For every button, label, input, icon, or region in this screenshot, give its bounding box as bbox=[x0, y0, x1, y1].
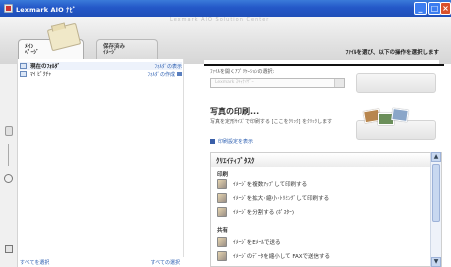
minimize-button[interactable]: _ bbox=[414, 2, 427, 15]
brand-watermark: Lexmark AIO Solution Center bbox=[170, 17, 270, 23]
title-bar: Lexmark AIO ﾅﾋﾞ _ □ × bbox=[0, 0, 451, 17]
folder-icon bbox=[20, 63, 27, 69]
task-label: ｲﾒｰｼﾞのﾃﾞｰﾀを縮小して FAXで送信する bbox=[233, 254, 331, 260]
group-print-label: 印刷 bbox=[217, 172, 229, 178]
folder-label: ﾏｲ ﾋﾟｸﾁｬ bbox=[30, 72, 51, 78]
show-folder-link[interactable]: ﾌｫﾙﾀﾞの表示 bbox=[154, 63, 182, 70]
zoom-track[interactable] bbox=[8, 144, 9, 166]
print-settings-link[interactable]: 印刷設定を表示 bbox=[210, 138, 253, 145]
poster-icon bbox=[217, 207, 227, 217]
task-fax[interactable]: ｲﾒｰｼﾞのﾃﾞｰﾀを縮小して FAXで送信する bbox=[217, 250, 427, 262]
creative-title: ｸﾘｴｲﾃｨﾌﾞﾀｽｸ bbox=[211, 153, 441, 167]
header-banner: Lexmark AIO Solution Center ﾒｲﾝ ﾍﾟｰｼﾞ 保存… bbox=[0, 17, 451, 64]
new-folder-icon bbox=[177, 72, 182, 76]
task-poster[interactable]: ｲﾒｰｼﾞを分割する (ﾎﾟｽﾀｰ) bbox=[217, 206, 427, 218]
scroll-down-icon[interactable]: ▼ bbox=[431, 257, 441, 267]
view-toggle-icon[interactable] bbox=[5, 245, 13, 253]
open-button[interactable] bbox=[356, 73, 436, 93]
photo-thumb bbox=[391, 107, 409, 123]
scroll-up-icon[interactable]: ▲ bbox=[431, 152, 441, 162]
window-title: Lexmark AIO ﾅﾋﾞ bbox=[16, 5, 77, 14]
task-label: ｲﾒｰｼﾞをEﾒｰﾙで送る bbox=[233, 240, 281, 246]
creative-tasks-panel: ｸﾘｴｲﾃｨﾌﾞﾀｽｸ 印刷 ｲﾒｰｼﾞを複数ｱｯﾌﾟして印刷する ｲﾒｰｼﾞを… bbox=[210, 152, 442, 267]
close-button[interactable]: × bbox=[440, 2, 451, 15]
app-icon bbox=[4, 4, 13, 13]
tab-label-line2: ｲﾒｰｼﾞ bbox=[103, 50, 117, 56]
photos-icon bbox=[360, 107, 438, 130]
deselect-all-link[interactable]: すべての選択 bbox=[151, 259, 180, 266]
scroll-thumb[interactable] bbox=[432, 164, 440, 222]
photo-print-section: 写真の印刷... 写真を定形ｻｲｽﾞで印刷する [ここをｸﾘｯｸ] をｸﾘｯｸし… bbox=[210, 106, 436, 146]
resize-icon bbox=[217, 193, 227, 203]
link-bullet-icon bbox=[210, 139, 215, 144]
folder-row-current[interactable]: 現在のﾌｫﾙﾀﾞ ﾌｫﾙﾀﾞの表示 bbox=[20, 62, 182, 70]
tab-label-line2: ﾍﾟｰｼﾞ bbox=[25, 50, 39, 56]
program-select[interactable]: Lexmark ｽｷｬﾅｲｻﾞｰ bbox=[210, 78, 345, 88]
folder-row-my-pictures[interactable]: ﾏｲ ﾋﾟｸﾁｬ ﾌｫﾙﾀﾞの作成 bbox=[20, 70, 182, 78]
task-resize-print[interactable]: ｲﾒｰｼﾞを拡大･縮小･ﾄﾘﾐﾝｸﾞして印刷する bbox=[217, 192, 427, 204]
divider bbox=[204, 64, 444, 66]
email-icon bbox=[217, 237, 227, 247]
instruction-text: ﾌｧｲﾙを選び、以下の操作を選択します bbox=[345, 50, 439, 56]
zoom-handle[interactable] bbox=[5, 126, 13, 136]
multi-up-icon bbox=[217, 179, 227, 189]
create-folder-link[interactable]: ﾌｫﾙﾀﾞの作成 bbox=[147, 71, 175, 78]
task-label: ｲﾒｰｼﾞを複数ｱｯﾌﾟして印刷する bbox=[233, 182, 308, 188]
task-label: ｲﾒｰｼﾞを分割する (ﾎﾟｽﾀｰ) bbox=[233, 210, 295, 216]
zoom-sidebar bbox=[0, 64, 18, 267]
folder-icon bbox=[20, 71, 27, 77]
task-scrollbar[interactable]: ▲ ▼ bbox=[430, 152, 441, 267]
group-share-label: 共有 bbox=[217, 228, 229, 234]
open-with-section: ﾌｧｲﾙを開くｱﾌﾟﾘｹｰｼｮﾝの選択: Lexmark ｽｷｬﾅｲｻﾞｰ bbox=[210, 68, 436, 96]
select-all-link[interactable]: すべてを選択 bbox=[20, 259, 49, 266]
program-value: Lexmark ｽｷｬﾅｲｻﾞｰ bbox=[215, 80, 254, 85]
folder-panel: 現在のﾌｫﾙﾀﾞ ﾌｫﾙﾀﾞの表示 ﾏｲ ﾋﾟｸﾁｬ ﾌｫﾙﾀﾞの作成 bbox=[18, 59, 184, 257]
fax-icon bbox=[217, 251, 227, 261]
zoom-icon[interactable] bbox=[4, 174, 13, 183]
selection-links: すべてを選択 すべての選択 bbox=[18, 257, 184, 267]
print-description: 写真を定形ｻｲｽﾞで印刷する [ここをｸﾘｯｸ] をｸﾘｯｸします bbox=[210, 119, 333, 125]
chevron-down-icon[interactable] bbox=[334, 79, 344, 87]
folder-label: 現在のﾌｫﾙﾀﾞ bbox=[30, 64, 61, 70]
print-settings-label: 印刷設定を表示 bbox=[218, 139, 254, 145]
task-multi-up-print[interactable]: ｲﾒｰｼﾞを複数ｱｯﾌﾟして印刷する bbox=[217, 178, 427, 190]
task-label: ｲﾒｰｼﾞを拡大･縮小･ﾄﾘﾐﾝｸﾞして印刷する bbox=[233, 196, 330, 202]
task-email[interactable]: ｲﾒｰｼﾞをEﾒｰﾙで送る bbox=[217, 236, 427, 248]
